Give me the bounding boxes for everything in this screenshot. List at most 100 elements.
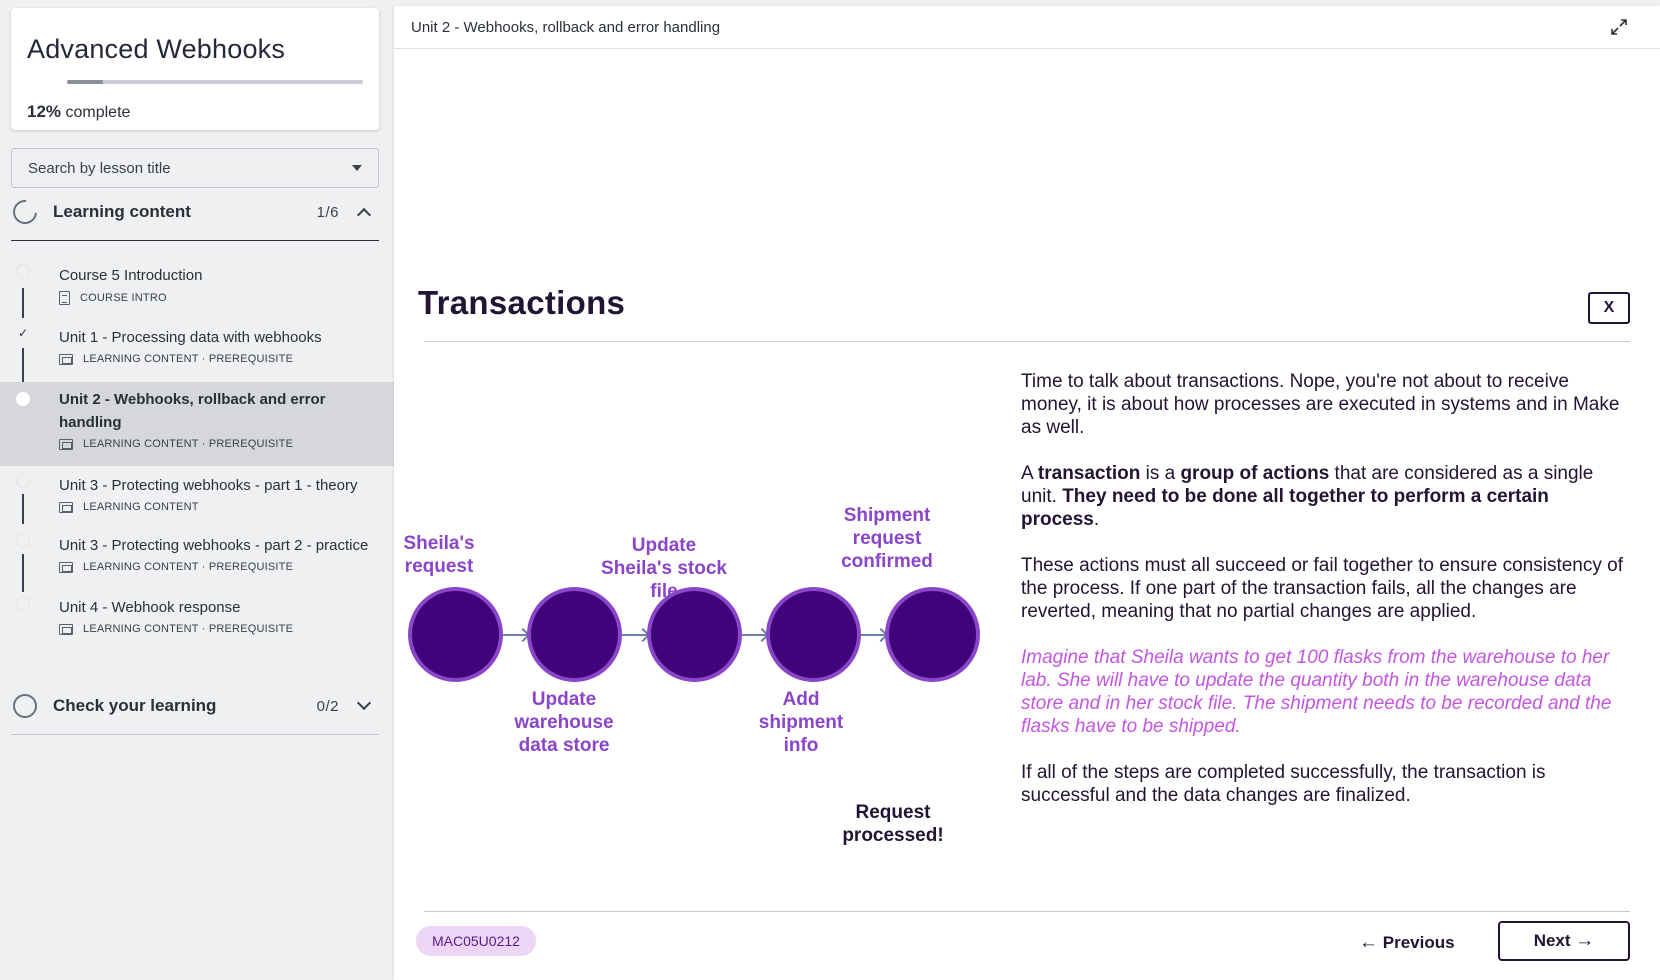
section-divider bbox=[11, 734, 379, 735]
text-run: A bbox=[1021, 463, 1038, 484]
lesson-meta-text: LEARNING CONTENT · PREREQUISITE bbox=[83, 561, 294, 573]
empty-ring-icon bbox=[13, 694, 37, 718]
lesson-search-placeholder: Search by lesson title bbox=[28, 159, 171, 177]
lesson-title: Unit 3 - Protecting webhooks - part 2 - … bbox=[59, 537, 369, 554]
progress-value: 12% bbox=[27, 102, 62, 121]
course-progress-card: Advanced Webhooks 12% complete bbox=[11, 8, 379, 130]
bold-text: They need to be done all together to per… bbox=[1021, 486, 1549, 530]
lesson-code-badge: MAC05U0212 bbox=[416, 926, 536, 956]
diagram-label: Sheila's request bbox=[403, 533, 475, 577]
lesson-meta: LEARNING CONTENT bbox=[59, 501, 394, 513]
chevron-up-icon bbox=[356, 207, 372, 223]
lesson-status-node bbox=[16, 474, 30, 488]
diagram-label: Shipment request confirmed bbox=[841, 505, 933, 572]
lesson-topbar: Unit 2 - Webhooks, rollback and error ha… bbox=[394, 6, 1660, 49]
lesson-meta: LEARNING CONTENT · PREREQUISITE bbox=[59, 623, 394, 635]
bold-text: transaction bbox=[1037, 463, 1141, 484]
course-sidebar: Advanced Webhooks 12% complete Search by… bbox=[0, 0, 394, 980]
text-run: . bbox=[1093, 509, 1100, 530]
progress-suffix: complete bbox=[65, 104, 131, 121]
lesson-meta: LEARNING CONTENT · PREREQUISITE bbox=[59, 438, 334, 450]
section-learning-content[interactable]: Learning content 1/6 bbox=[8, 184, 379, 240]
section-check-your-learning[interactable]: Check your learning 0/2 bbox=[11, 678, 379, 734]
close-slide-button[interactable]: X bbox=[1588, 292, 1630, 324]
slides-icon bbox=[59, 353, 73, 365]
bold-text: group of actions bbox=[1180, 463, 1330, 484]
section-label: Learning content bbox=[53, 202, 191, 221]
paragraph: A transaction is a group of actions that… bbox=[1021, 462, 1631, 531]
lesson-status-node bbox=[16, 264, 30, 278]
progress-ring-icon bbox=[8, 195, 42, 229]
previous-label: Previous bbox=[1382, 933, 1455, 952]
checkmark-icon: ✓ bbox=[17, 326, 29, 340]
paragraph: Time to talk about transactions. Nope, y… bbox=[1021, 371, 1620, 438]
lesson-status-node bbox=[16, 596, 30, 610]
arrow-right-icon bbox=[742, 634, 766, 636]
slides-icon bbox=[59, 623, 73, 635]
diagram-label: Add shipment info bbox=[758, 689, 844, 756]
paragraph: If all of the steps are completed succes… bbox=[1021, 762, 1546, 806]
current-lesson-node bbox=[16, 392, 30, 406]
lesson-text: Time to talk about transactions. Nope, y… bbox=[1021, 370, 1631, 830]
slide-title: Transactions bbox=[418, 284, 626, 321]
slides-icon bbox=[59, 501, 73, 513]
slides-icon bbox=[59, 438, 73, 450]
step-circle bbox=[647, 587, 742, 682]
footer-divider bbox=[424, 911, 1630, 912]
arrow-right-icon: → bbox=[1575, 930, 1595, 951]
text-run: is a bbox=[1140, 463, 1181, 484]
arrow-right-icon bbox=[503, 634, 527, 636]
arrow-left-icon: ← bbox=[1359, 932, 1378, 953]
lesson-meta-text: LEARNING CONTENT · PREREQUISITE bbox=[83, 353, 294, 365]
course-progress-bar bbox=[67, 80, 363, 84]
lesson-title: Unit 3 - Protecting webhooks - part 1 - … bbox=[59, 477, 358, 494]
transaction-diagram: Sheila's request Update Sheila's stock f… bbox=[394, 346, 994, 866]
paragraph: These actions must all succeed or fail t… bbox=[1021, 555, 1623, 622]
previous-button[interactable]: ← Previous bbox=[1359, 924, 1455, 962]
section-count: 0/2 bbox=[316, 697, 339, 715]
step-circle bbox=[885, 587, 980, 682]
lesson-title: Course 5 Introduction bbox=[59, 267, 203, 284]
diagram-final-label: Request processed! bbox=[842, 802, 944, 846]
lesson-meta: LEARNING CONTENT · PREREQUISITE bbox=[59, 353, 394, 365]
lesson-meta-text: COURSE INTRO bbox=[80, 292, 167, 304]
lesson-title: Unit 2 - Webhooks, rollback and error ha… bbox=[59, 391, 326, 431]
lesson-item[interactable]: Unit 4 - Webhook response LEARNING CONTE… bbox=[0, 590, 394, 650]
document-icon bbox=[59, 291, 70, 305]
slides-icon bbox=[59, 561, 73, 573]
lesson-meta-text: LEARNING CONTENT · PREREQUISITE bbox=[83, 438, 294, 450]
section-divider bbox=[11, 240, 379, 241]
step-circle bbox=[408, 587, 503, 682]
course-title: Advanced Webhooks bbox=[27, 34, 286, 64]
next-button[interactable]: Next → bbox=[1498, 921, 1630, 961]
title-divider bbox=[424, 341, 1630, 342]
course-progress-fill bbox=[67, 80, 103, 84]
lesson-status-node bbox=[16, 534, 30, 548]
lesson-title: Unit 1 - Processing data with webhooks bbox=[59, 329, 322, 346]
expand-fullscreen-icon[interactable] bbox=[1610, 18, 1628, 36]
lesson-meta: LEARNING CONTENT · PREREQUISITE bbox=[59, 561, 394, 573]
section-count: 1/6 bbox=[316, 203, 339, 221]
diagram-label: Update warehouse data store bbox=[514, 689, 614, 756]
step-circle bbox=[527, 587, 622, 682]
dropdown-caret-icon bbox=[352, 165, 362, 171]
lesson-list: Course 5 Introduction COURSE INTRO ✓ Uni… bbox=[0, 258, 394, 650]
step-circle bbox=[766, 587, 861, 682]
arrow-right-icon bbox=[622, 634, 647, 636]
lesson-item[interactable]: Unit 3 - Protecting webhooks - part 2 - … bbox=[0, 528, 394, 590]
lesson-item[interactable]: Course 5 Introduction COURSE INTRO bbox=[0, 258, 394, 320]
lesson-title: Unit 4 - Webhook response bbox=[59, 599, 241, 616]
lesson-search-select[interactable]: Search by lesson title bbox=[11, 148, 379, 188]
lesson-item-current[interactable]: Unit 2 - Webhooks, rollback and error ha… bbox=[0, 382, 394, 466]
arrow-right-icon bbox=[861, 634, 885, 636]
lesson-item[interactable]: Unit 3 - Protecting webhooks - part 1 - … bbox=[0, 466, 394, 528]
breadcrumb: Unit 2 - Webhooks, rollback and error ha… bbox=[411, 19, 721, 36]
lesson-meta: COURSE INTRO bbox=[59, 291, 394, 305]
section-label: Check your learning bbox=[53, 696, 217, 715]
chevron-down-icon bbox=[356, 695, 372, 711]
progress-text: 12% complete bbox=[27, 102, 130, 122]
lesson-meta-text: LEARNING CONTENT bbox=[83, 501, 199, 513]
example-paragraph: Imagine that Sheila wants to get 100 fla… bbox=[1021, 647, 1612, 737]
lesson-item[interactable]: ✓ Unit 1 - Processing data with webhooks… bbox=[0, 320, 394, 382]
lesson-content-pane: Unit 2 - Webhooks, rollback and error ha… bbox=[394, 6, 1660, 980]
